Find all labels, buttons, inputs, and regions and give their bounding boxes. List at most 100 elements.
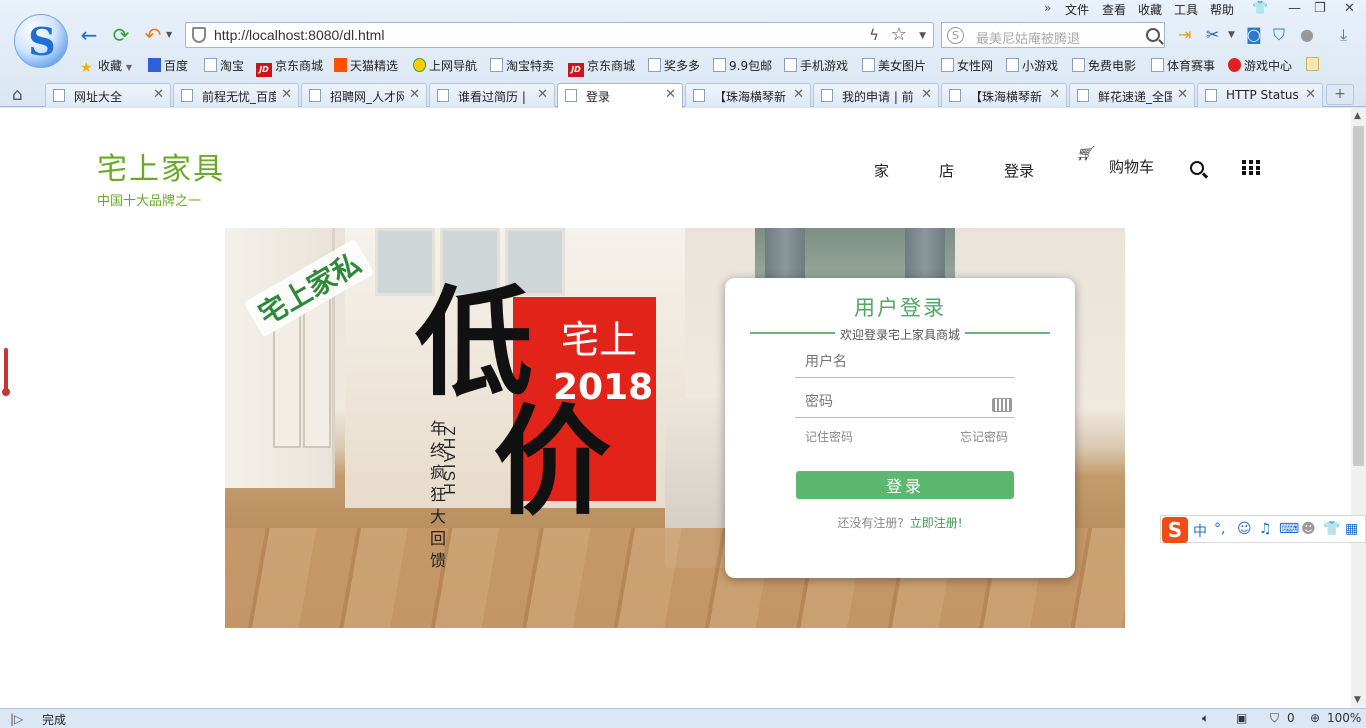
back-icon[interactable]: ← xyxy=(78,24,100,46)
vertical-scrollbar[interactable]: ▲ ▼ xyxy=(1351,108,1366,708)
sidebar-toggle-icon[interactable]: |▷ xyxy=(10,712,23,726)
search-icon[interactable] xyxy=(1190,161,1204,175)
tab[interactable]: 【珠海横琴新 ✕ xyxy=(685,83,811,107)
ime-mode[interactable]: 中 xyxy=(1193,521,1207,541)
tab[interactable]: 鲜花速递_全国 ✕ xyxy=(1069,83,1195,107)
zoom-level[interactable]: 100% xyxy=(1327,711,1361,725)
menu-file[interactable]: 文件 xyxy=(1065,1,1089,18)
punctuation-icon[interactable]: °, xyxy=(1214,521,1225,537)
skin-icon[interactable]: 👕 xyxy=(1252,1,1268,16)
lightning-icon[interactable]: ϟ xyxy=(869,26,879,44)
fav-baidu[interactable]: 百度 xyxy=(148,57,188,74)
bookmark-star-icon[interactable]: ☆ xyxy=(891,24,907,45)
tab[interactable]: 我的申请 | 前 ✕ xyxy=(813,83,939,107)
fav-jd[interactable]: JD 京东商城 xyxy=(256,57,323,77)
fav-women[interactable]: 女性网 xyxy=(941,57,993,74)
tab[interactable]: 招聘网_人才网 ✕ xyxy=(301,83,427,107)
menu-view[interactable]: 查看 xyxy=(1102,1,1126,18)
fav-jiangduoduo[interactable]: 奖多多 xyxy=(648,57,700,74)
new-tab-button[interactable]: + xyxy=(1326,84,1354,105)
tab-close-icon[interactable]: ✕ xyxy=(793,87,804,102)
keyboard-icon[interactable]: ⌨ xyxy=(1279,521,1299,537)
menu-help[interactable]: 帮助 xyxy=(1210,1,1234,18)
more-icon[interactable]: ● xyxy=(1300,24,1314,46)
restore-icon[interactable]: ❐ xyxy=(1314,1,1326,16)
tab-close-icon[interactable]: ✕ xyxy=(1049,87,1060,102)
favorites-menu[interactable]: ★ 收藏 ▼ xyxy=(80,57,132,75)
tab-close-icon[interactable]: ✕ xyxy=(537,87,548,102)
address-bar[interactable]: http://localhost:8080/dl.html ϟ ☆ ▼ xyxy=(185,22,934,48)
screenshot-icon[interactable]: ◙ xyxy=(1246,24,1262,46)
search-icon[interactable] xyxy=(1146,28,1160,42)
scroll-thumb[interactable] xyxy=(1353,126,1364,466)
menu-expand[interactable]: » xyxy=(1044,1,1051,15)
login-button[interactable]: 登录 xyxy=(796,471,1014,499)
tools-icon[interactable]: ✂ xyxy=(1206,24,1219,46)
adblock-icon[interactable]: ⛉ xyxy=(1270,711,1279,726)
toolbox-icon[interactable]: ▦ xyxy=(1345,521,1358,537)
tab[interactable]: HTTP Status ✕ xyxy=(1197,83,1323,107)
minimize-icon[interactable]: — xyxy=(1288,1,1301,16)
download-icon[interactable]: ⤓ xyxy=(1340,24,1347,46)
chevron-down-icon[interactable]: ▼ xyxy=(166,30,172,39)
tab-close-icon[interactable]: ✕ xyxy=(1177,87,1188,102)
site-logo[interactable]: 宅上家具 中国十大品牌之一 xyxy=(97,144,225,209)
search-engine-icon[interactable]: S xyxy=(947,27,964,44)
register-link[interactable]: 立即注册! xyxy=(910,516,963,530)
scroll-down-icon[interactable]: ▼ xyxy=(1354,695,1361,705)
search-box[interactable]: S 最美尼姑庵被腾退 xyxy=(941,22,1165,48)
home-icon[interactable]: ⌂ xyxy=(12,85,23,105)
user-icon[interactable]: ☻ xyxy=(1301,521,1316,537)
fav-taobao[interactable]: 淘宝 xyxy=(204,57,244,74)
chevron-down-icon[interactable]: ▼ xyxy=(919,31,926,41)
chevron-down-icon[interactable]: ▼ xyxy=(1228,24,1235,46)
username-input[interactable] xyxy=(795,348,1015,376)
skin-icon[interactable]: 👕 xyxy=(1323,521,1340,537)
cart-icon[interactable]: 🛒︎ xyxy=(1076,146,1094,162)
forgot-password-link[interactable]: 忘记密码 xyxy=(960,428,1008,445)
fav-tmall[interactable]: 天猫精选 xyxy=(334,57,398,74)
tab-close-icon[interactable]: ✕ xyxy=(153,87,164,102)
tab-close-icon[interactable]: ✕ xyxy=(281,87,292,102)
fav-taobao-sale[interactable]: 淘宝特卖 xyxy=(490,57,554,74)
tab-close-icon[interactable]: ✕ xyxy=(921,87,932,102)
close-icon[interactable]: ✕ xyxy=(1344,1,1355,16)
undo-close-icon[interactable]: ↶ xyxy=(142,24,164,46)
nav-login[interactable]: 登录 xyxy=(1004,160,1034,181)
keyboard-icon[interactable] xyxy=(992,398,1012,412)
fav-mobile-games[interactable]: 手机游戏 xyxy=(784,57,848,74)
fav-small-games[interactable]: 小游戏 xyxy=(1006,57,1058,74)
fav-99[interactable]: 9.9包邮 xyxy=(713,57,772,74)
emoji-icon[interactable]: ☺ xyxy=(1237,521,1252,537)
refresh-icon[interactable]: ⟳ xyxy=(110,24,132,46)
password-field[interactable] xyxy=(795,388,1015,418)
tab[interactable]: 前程无忧_百度 ✕ xyxy=(173,83,299,107)
fav-pictures[interactable]: 美女图片 xyxy=(862,57,926,74)
scroll-up-icon[interactable]: ▲ xyxy=(1354,111,1361,121)
search-placeholder[interactable]: 最美尼姑庵被腾退 xyxy=(976,28,1080,47)
tab[interactable]: 谁看过简历 | ✕ xyxy=(429,83,555,107)
nav-store[interactable]: 店 xyxy=(939,160,954,181)
fav-folder[interactable] xyxy=(1306,57,1322,72)
security-icon[interactable]: ⛉ xyxy=(1273,24,1285,46)
fav-game-center[interactable]: 游戏中心 xyxy=(1228,57,1292,74)
grid-menu-icon[interactable] xyxy=(1242,160,1260,175)
menu-tools[interactable]: 工具 xyxy=(1174,1,1198,18)
login-icon[interactable]: ⇥ xyxy=(1178,24,1191,46)
tab-close-icon[interactable]: ✕ xyxy=(665,87,676,102)
window-icon[interactable]: ▣ xyxy=(1236,711,1247,725)
fav-navigation[interactable]: 上网导航 xyxy=(413,57,477,74)
tab[interactable]: 网址大全 ✕ xyxy=(45,83,171,107)
fav-movies[interactable]: 免费电影 xyxy=(1072,57,1136,74)
tab[interactable]: 【珠海横琴新 ✕ xyxy=(941,83,1067,107)
tab-login-active[interactable]: 登录 ✕ xyxy=(557,83,683,108)
fav-sports[interactable]: 体育赛事 xyxy=(1151,57,1215,74)
sogou-ime-logo[interactable]: S xyxy=(1162,517,1188,543)
menu-favorites[interactable]: 收藏 xyxy=(1138,1,1162,18)
remember-password[interactable]: 记住密码 xyxy=(805,428,853,445)
address-url[interactable]: http://localhost:8080/dl.html xyxy=(214,27,384,43)
username-field[interactable] xyxy=(795,348,1015,378)
zoom-icon[interactable]: ⊕ xyxy=(1310,711,1320,725)
fav-jd-2[interactable]: JD 京东商城 xyxy=(568,57,635,77)
tab-close-icon[interactable]: ✕ xyxy=(409,87,420,102)
